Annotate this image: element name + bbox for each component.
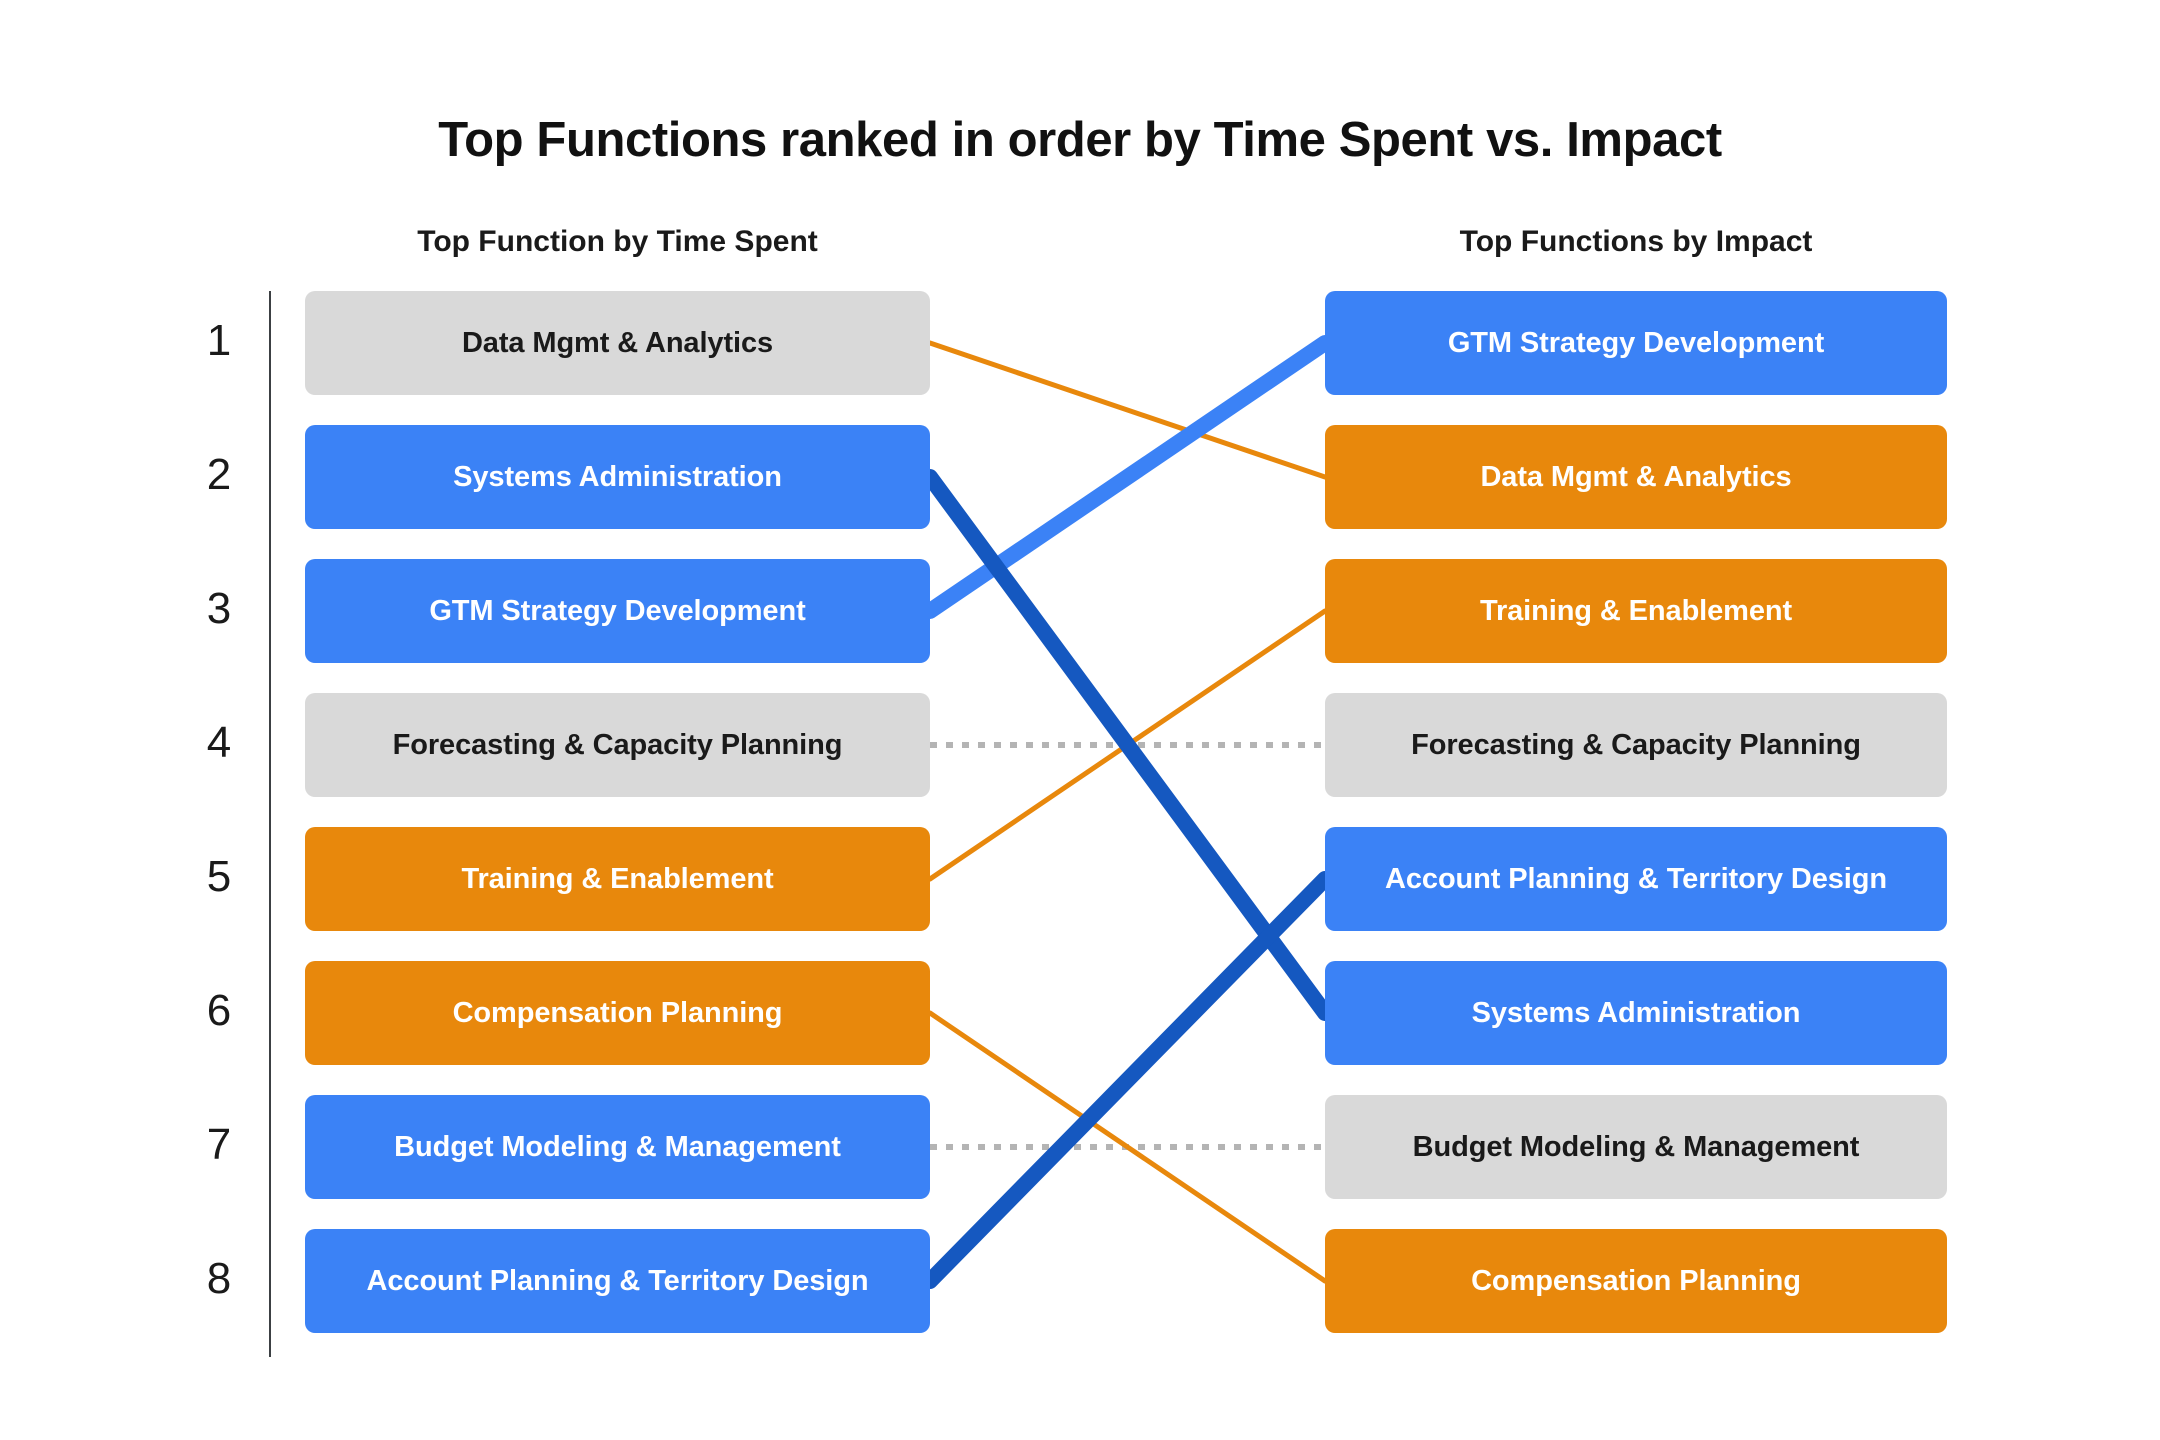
link-3-to-1 — [922, 335, 1333, 619]
rank-axis-line — [269, 291, 271, 1357]
right-node-rank-4[interactable]: Forecasting & Capacity Planning — [1325, 693, 1947, 797]
right-node-rank-1[interactable]: GTM Strategy Development — [1325, 291, 1947, 395]
left-node-rank-3[interactable]: GTM Strategy Development — [305, 559, 930, 663]
node-label: Compensation Planning — [1471, 1264, 1801, 1297]
left-node-rank-4[interactable]: Forecasting & Capacity Planning — [305, 693, 930, 797]
rank-label-5: 5 — [206, 852, 232, 901]
rank-label-4: 4 — [206, 718, 232, 767]
column-header-time-spent: Top Function by Time Spent — [417, 225, 818, 258]
node-label: Account Planning & Territory Design — [366, 1264, 869, 1297]
left-node-rank-7[interactable]: Budget Modeling & Management — [305, 1095, 930, 1199]
left-node-rank-6[interactable]: Compensation Planning — [305, 961, 930, 1065]
column-header-impact: Top Functions by Impact — [1459, 225, 1813, 258]
node-label: Budget Modeling & Management — [1412, 1130, 1860, 1163]
rank-label-8: 8 — [206, 1254, 232, 1303]
left-node-rank-8[interactable]: Account Planning & Territory Design — [305, 1229, 930, 1333]
right-node-rank-8[interactable]: Compensation Planning — [1325, 1229, 1947, 1333]
rank-label-7: 7 — [206, 1120, 232, 1169]
left-node-rank-2[interactable]: Systems Administration — [305, 425, 930, 529]
right-node-rank-5[interactable]: Account Planning & Territory Design — [1325, 827, 1947, 931]
slope-chart: Top Functions ranked in order by Time Sp… — [0, 0, 2160, 1440]
right-node-rank-2[interactable]: Data Mgmt & Analytics — [1325, 425, 1947, 529]
link-2-to-6 — [922, 469, 1333, 1021]
link-6-to-8 — [927, 1010, 1328, 1284]
link-8-to-5 — [922, 871, 1333, 1289]
left-node-rank-5[interactable]: Training & Enablement — [305, 827, 930, 931]
node-label: Training & Enablement — [461, 862, 774, 895]
node-label: Budget Modeling & Management — [394, 1130, 841, 1163]
node-label: Forecasting & Capacity Planning — [392, 728, 843, 761]
left-node-rank-1[interactable]: Data Mgmt & Analytics — [305, 291, 930, 395]
node-label: Data Mgmt & Analytics — [461, 326, 774, 359]
node-label: Systems Administration — [453, 460, 782, 493]
link-1-to-2 — [927, 340, 1328, 480]
right-node-rank-7[interactable]: Budget Modeling & Management — [1325, 1095, 1947, 1199]
rank-label-1: 1 — [206, 316, 232, 365]
node-label: Account Planning & Territory Design — [1385, 862, 1887, 895]
node-label: GTM Strategy Development — [1447, 326, 1825, 359]
node-label: Forecasting & Capacity Planning — [1411, 728, 1861, 761]
node-label: Training & Enablement — [1479, 594, 1793, 627]
node-label: Data Mgmt & Analytics — [1480, 460, 1792, 493]
right-node-rank-3[interactable]: Training & Enablement — [1325, 559, 1947, 663]
page-title: Top Functions ranked in order by Time Sp… — [438, 113, 1722, 167]
node-label: Systems Administration — [1471, 996, 1801, 1029]
link-5-to-3 — [927, 608, 1328, 882]
right-node-rank-6[interactable]: Systems Administration — [1325, 961, 1947, 1065]
rank-label-2: 2 — [206, 450, 232, 499]
node-label: GTM Strategy Development — [429, 594, 806, 627]
rank-label-3: 3 — [206, 584, 232, 633]
node-label: Compensation Planning — [452, 996, 783, 1029]
rank-label-6: 6 — [206, 986, 232, 1035]
